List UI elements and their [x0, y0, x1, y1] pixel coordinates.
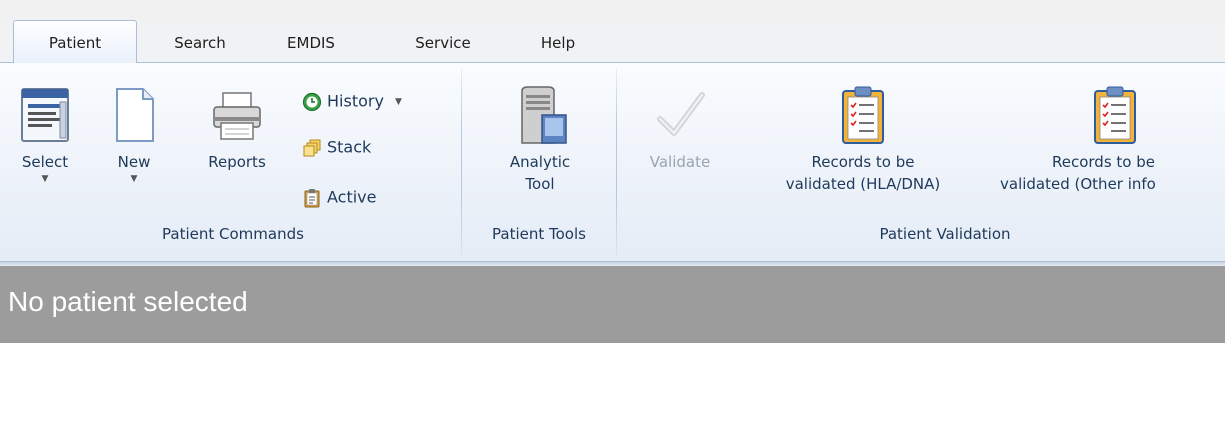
analytic-tool-button[interactable]: Analytic Tool — [480, 85, 600, 195]
ribbon-tab-strip: Patient Search EMDIS Service Help — [0, 0, 1225, 63]
tab-patient[interactable]: Patient — [13, 20, 137, 63]
active-button[interactable]: Active — [302, 185, 377, 209]
stack-icon — [303, 139, 321, 156]
app-window: Patient Search EMDIS Service Help Select… — [0, 0, 1225, 444]
chevron-down-icon: ▼ — [130, 174, 138, 184]
ribbon-panel: Select ▼ New ▼ Reports History ▼ Stack A… — [0, 62, 1225, 262]
records-other-label-line2: validated (Other info — [1000, 175, 1156, 193]
clipboard-checklist-icon — [1094, 86, 1136, 144]
stack-label: Stack — [327, 137, 372, 157]
stack-button[interactable]: Stack — [302, 135, 371, 159]
reports-label: Reports — [208, 153, 266, 171]
history-clock-icon — [302, 92, 322, 111]
group-title-patient-tools: Patient Tools — [492, 225, 586, 243]
analytic-tool-label-line1: Analytic — [509, 153, 571, 171]
printer-icon — [213, 92, 261, 140]
group-divider — [616, 69, 617, 255]
reports-button[interactable]: Reports — [194, 85, 280, 173]
records-hla-label-line2: validated (HLA/DNA) — [785, 175, 941, 193]
records-other-info-button[interactable]: Records to be validated (Other info — [990, 85, 1225, 195]
tab-search[interactable]: Search — [160, 21, 240, 62]
checkmark-icon — [657, 92, 705, 136]
history-label: History — [327, 91, 384, 111]
active-label: Active — [327, 187, 377, 207]
tab-service[interactable]: Service — [398, 21, 488, 62]
tab-emdis[interactable]: EMDIS — [276, 21, 346, 62]
group-divider — [461, 69, 462, 255]
content-area — [0, 343, 1225, 444]
group-title-patient-validation: Patient Validation — [879, 225, 1011, 243]
chevron-down-icon: ▼ — [395, 96, 402, 107]
patient-status-bar: No patient selected — [0, 266, 1225, 343]
validate-button[interactable]: Validate — [630, 85, 730, 173]
blank-page-icon — [116, 88, 154, 142]
clipboard-checklist-icon — [842, 86, 884, 144]
status-text: No patient selected — [8, 286, 248, 317]
chevron-down-icon: ▼ — [41, 174, 49, 184]
group-title-patient-commands: Patient Commands — [162, 225, 304, 243]
records-other-label-line1: Records to be — [1052, 153, 1155, 171]
select-button[interactable]: Select ▼ — [10, 85, 80, 185]
analytic-tool-label-line2: Tool — [525, 175, 555, 193]
records-hla-dna-button[interactable]: Records to be validated (HLA/DNA) — [748, 85, 978, 195]
list-window-icon — [21, 88, 69, 142]
history-button[interactable]: History ▼ — [302, 89, 402, 113]
new-label: New — [117, 153, 151, 171]
clipboard-icon — [304, 188, 320, 207]
records-hla-label-line1: Records to be — [811, 153, 915, 171]
select-label: Select — [21, 153, 69, 171]
server-computer-icon — [521, 86, 567, 144]
validate-label: Validate — [649, 153, 711, 171]
tab-help[interactable]: Help — [528, 21, 588, 62]
new-button[interactable]: New ▼ — [104, 85, 164, 185]
